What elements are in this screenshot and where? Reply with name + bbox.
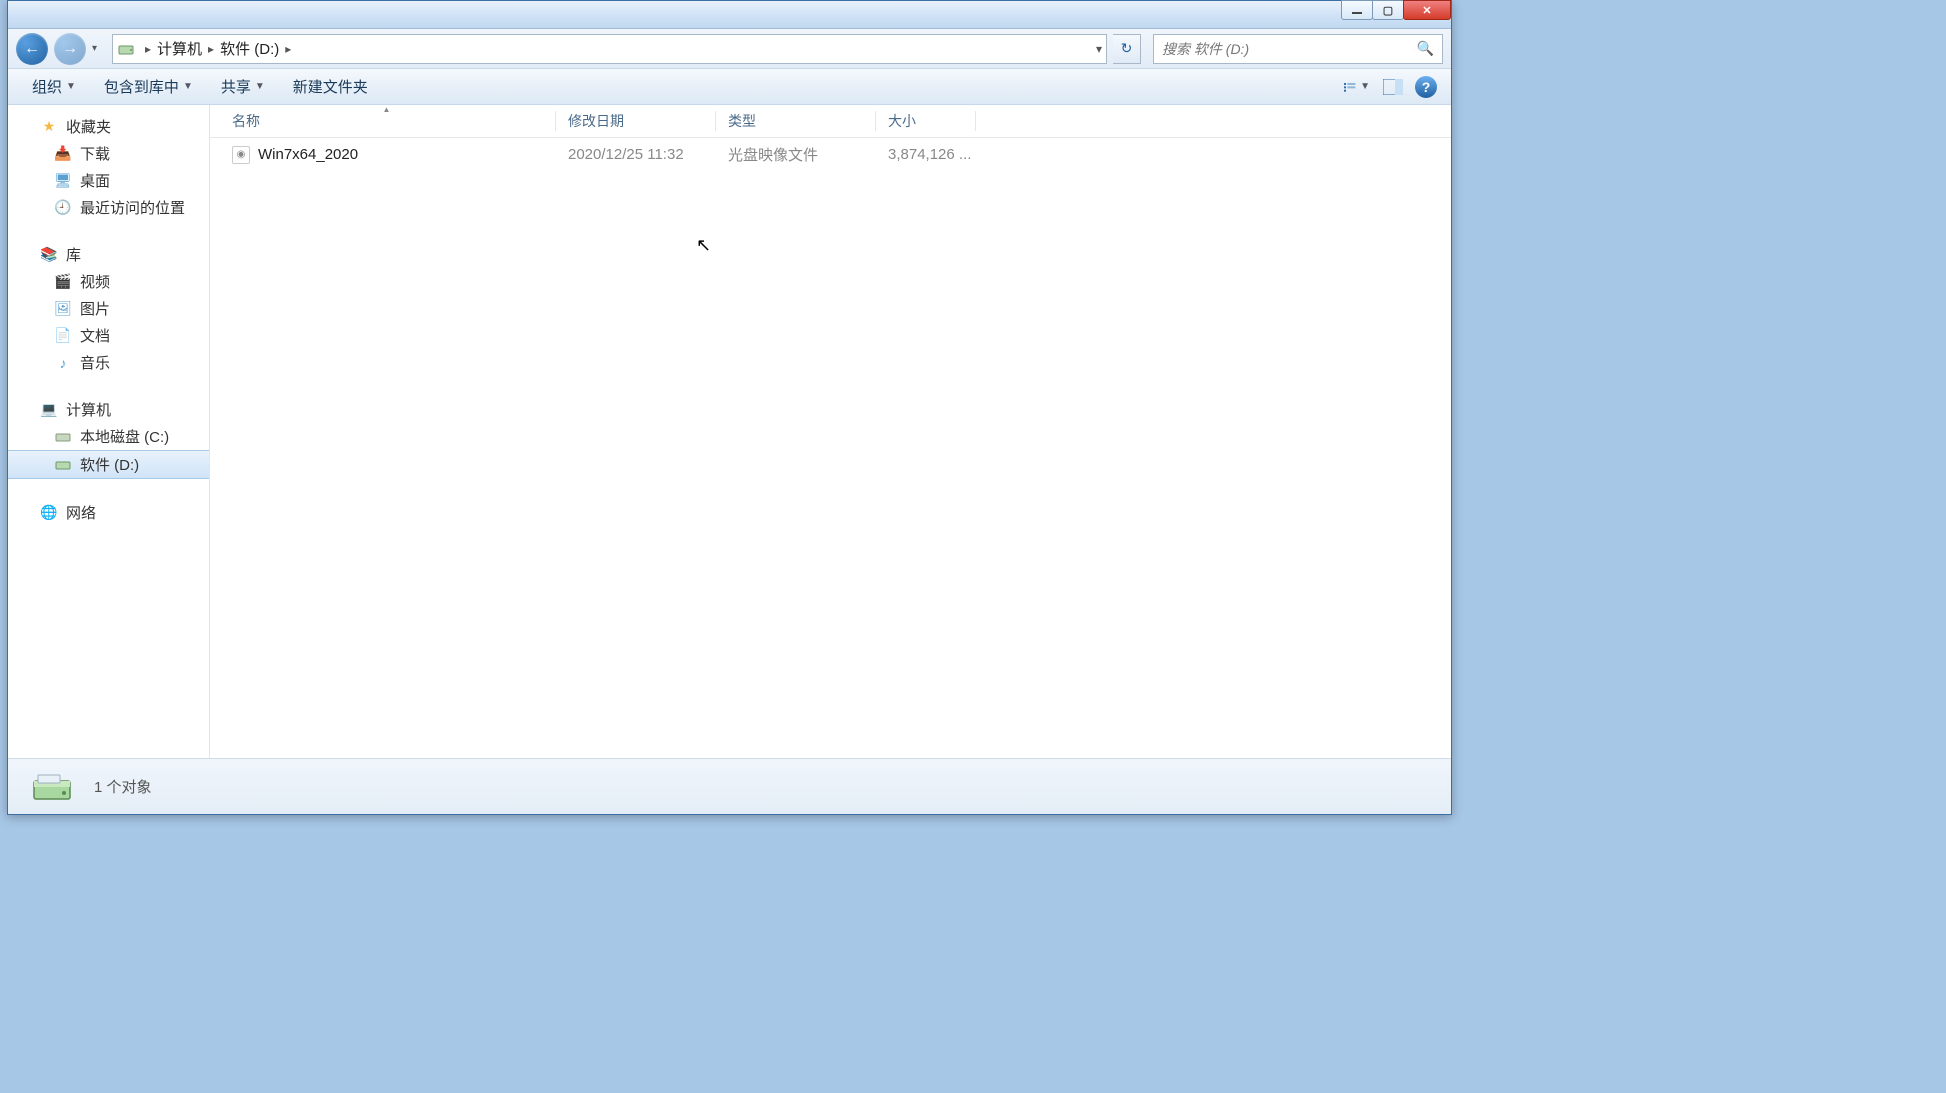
- help-button[interactable]: ?: [1415, 76, 1437, 98]
- recent-icon: 🕘: [54, 199, 72, 217]
- column-date[interactable]: 修改日期: [556, 111, 716, 131]
- address-dropdown-icon[interactable]: ▾: [1096, 42, 1102, 56]
- status-bar: 1 个对象: [8, 758, 1451, 814]
- toolbar: 组织▼ 包含到库中▼ 共享▼ 新建文件夹 ▼ ?: [8, 69, 1451, 105]
- status-text: 1 个对象: [94, 776, 152, 797]
- file-date: 2020/12/25 11:32: [556, 146, 716, 163]
- breadcrumb-drive[interactable]: 软件 (D:): [220, 38, 279, 59]
- explorer-window: ▢ ✕ ← → ▾ ▸ 计算机 ▸ 软件 (D:) ▸ ▾ ↻ 🔍 组织: [7, 0, 1452, 815]
- disc-image-icon: ◉: [232, 146, 250, 164]
- network-icon: 🌐: [40, 504, 58, 522]
- drive-icon: [54, 456, 72, 474]
- music-icon: ♪: [54, 354, 72, 372]
- back-button[interactable]: ←: [16, 33, 48, 65]
- navigation-pane: ★ 收藏夹 📥 下载 🖥 桌面 🕘 最近访问的位置 📚: [8, 105, 210, 758]
- column-size[interactable]: 大小: [876, 111, 976, 131]
- file-row[interactable]: ◉ Win7x64_2020 2020/12/25 11:32 光盘映像文件 3…: [210, 138, 1451, 171]
- sidebar-item-documents[interactable]: 📄 文档: [8, 322, 209, 349]
- picture-icon: 🖼: [54, 300, 72, 318]
- column-headers: 名称 ▲ 修改日期 类型 大小: [210, 105, 1451, 138]
- search-box[interactable]: 🔍: [1153, 34, 1443, 64]
- sidebar-item-videos[interactable]: 🎬 视频: [8, 268, 209, 295]
- maximize-button[interactable]: ▢: [1372, 0, 1404, 20]
- chevron-down-icon: ▼: [255, 81, 265, 92]
- video-icon: 🎬: [54, 273, 72, 291]
- forward-button[interactable]: →: [54, 33, 86, 65]
- preview-pane-button[interactable]: [1379, 75, 1407, 99]
- chevron-down-icon: ▼: [183, 81, 193, 92]
- sidebar-item-desktop[interactable]: 🖥 桌面: [8, 167, 209, 194]
- titlebar[interactable]: ▢ ✕: [8, 1, 1451, 29]
- file-list[interactable]: 名称 ▲ 修改日期 类型 大小 ◉ Win7x64_2020 2020/12/2…: [210, 105, 1451, 758]
- breadcrumb-sep-icon: ▸: [145, 42, 151, 56]
- breadcrumb-computer[interactable]: 计算机: [157, 38, 202, 59]
- sidebar-item-drive-d[interactable]: 软件 (D:): [8, 450, 209, 479]
- breadcrumb: ▸ 计算机 ▸ 软件 (D:) ▸: [139, 38, 297, 59]
- star-icon: ★: [40, 118, 58, 136]
- history-dropdown[interactable]: ▾: [92, 43, 106, 54]
- file-size: 3,874,126 ...: [876, 146, 976, 163]
- column-name[interactable]: 名称 ▲: [210, 111, 556, 131]
- new-folder-button[interactable]: 新建文件夹: [283, 73, 378, 100]
- drive-icon: [54, 428, 72, 446]
- sidebar-item-pictures[interactable]: 🖼 图片: [8, 295, 209, 322]
- drive-large-icon: [28, 763, 76, 811]
- sidebar-favorites[interactable]: ★ 收藏夹: [8, 113, 209, 140]
- file-name: Win7x64_2020: [258, 146, 358, 163]
- minimize-button[interactable]: [1341, 0, 1373, 20]
- search-icon: 🔍: [1417, 40, 1434, 57]
- computer-icon: 💻: [40, 401, 58, 419]
- breadcrumb-sep-icon: ▸: [285, 42, 291, 56]
- share-button[interactable]: 共享▼: [211, 73, 275, 100]
- arrow-right-icon: →: [62, 40, 78, 58]
- download-icon: 📥: [54, 145, 72, 163]
- desktop-icon: 🖥: [54, 172, 72, 190]
- address-bar[interactable]: ▸ 计算机 ▸ 软件 (D:) ▸ ▾: [112, 34, 1107, 64]
- library-icon: 📚: [40, 246, 58, 264]
- file-type: 光盘映像文件: [716, 144, 876, 165]
- arrow-left-icon: ←: [24, 40, 40, 58]
- include-in-library-button[interactable]: 包含到库中▼: [94, 73, 203, 100]
- search-input[interactable]: [1162, 41, 1417, 57]
- cursor-icon: ↖: [696, 235, 711, 256]
- refresh-button[interactable]: ↻: [1113, 34, 1141, 64]
- chevron-down-icon: ▼: [1360, 81, 1370, 92]
- sidebar-item-drive-c[interactable]: 本地磁盘 (C:): [8, 423, 209, 450]
- sidebar-item-downloads[interactable]: 📥 下载: [8, 140, 209, 167]
- sidebar-network[interactable]: 🌐 网络: [8, 499, 209, 526]
- sidebar-computer[interactable]: 💻 计算机: [8, 396, 209, 423]
- breadcrumb-sep-icon: ▸: [208, 42, 214, 56]
- sidebar-item-music[interactable]: ♪ 音乐: [8, 349, 209, 376]
- view-options-button[interactable]: ▼: [1343, 75, 1371, 99]
- sidebar-libraries[interactable]: 📚 库: [8, 241, 209, 268]
- organize-button[interactable]: 组织▼: [22, 73, 86, 100]
- document-icon: 📄: [54, 327, 72, 345]
- close-button[interactable]: ✕: [1403, 0, 1451, 20]
- column-type[interactable]: 类型: [716, 111, 876, 131]
- navigation-bar: ← → ▾ ▸ 计算机 ▸ 软件 (D:) ▸ ▾ ↻ 🔍: [8, 29, 1451, 69]
- sidebar-item-recent[interactable]: 🕘 最近访问的位置: [8, 194, 209, 221]
- sort-asc-icon: ▲: [383, 105, 391, 114]
- chevron-down-icon: ▼: [66, 81, 76, 92]
- drive-icon: [117, 40, 135, 58]
